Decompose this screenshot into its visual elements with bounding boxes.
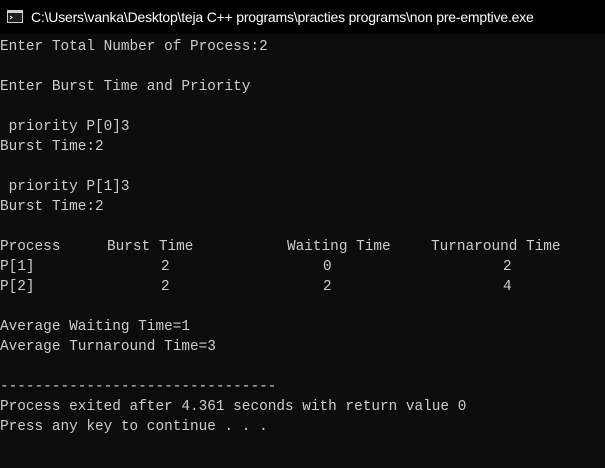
row1-waiting: 0 <box>323 259 332 275</box>
burst-time-p1-line: Burst Time:2 <box>0 199 104 215</box>
enter-burst-line: Enter Burst Time and Priority <box>0 79 251 95</box>
average-waiting-line: Average Waiting Time=1 <box>0 319 190 335</box>
row2-burst: 2 <box>161 279 170 295</box>
average-turnaround-line: Average Turnaround Time=3 <box>0 339 216 355</box>
console-window: C:\Users\vanka\Desktop\teja C++ programs… <box>0 0 605 468</box>
header-turnaround-time: Turnaround Time <box>431 239 561 255</box>
title-bar[interactable]: C:\Users\vanka\Desktop\teja C++ programs… <box>0 0 605 34</box>
row1-process: P[1] <box>0 259 35 275</box>
console-output[interactable]: Enter Total Number of Process:2 Enter Bu… <box>0 37 605 468</box>
burst-time-p0-line: Burst Time:2 <box>0 139 104 155</box>
row1-burst: 2 <box>161 259 170 275</box>
row2-process: P[2] <box>0 279 35 295</box>
separator-line: -------------------------------- <box>0 379 277 395</box>
header-process: Process <box>0 239 61 255</box>
priority-p0-line: priority P[0]3 <box>0 119 130 135</box>
header-waiting-time: Waiting Time <box>287 239 391 255</box>
row2-waiting: 2 <box>323 279 332 295</box>
header-burst-time: Burst Time <box>107 239 194 255</box>
priority-p1-line: priority P[1]3 <box>0 179 130 195</box>
row1-turnaround: 2 <box>503 259 512 275</box>
console-app-icon <box>7 10 23 23</box>
row2-turnaround: 4 <box>503 279 512 295</box>
window-title: C:\Users\vanka\Desktop\teja C++ programs… <box>31 9 534 25</box>
total-process-line: Enter Total Number of Process:2 <box>0 39 268 55</box>
process-exited-line: Process exited after 4.361 seconds with … <box>0 399 467 415</box>
press-any-key-line: Press any key to continue . . . <box>0 419 268 435</box>
